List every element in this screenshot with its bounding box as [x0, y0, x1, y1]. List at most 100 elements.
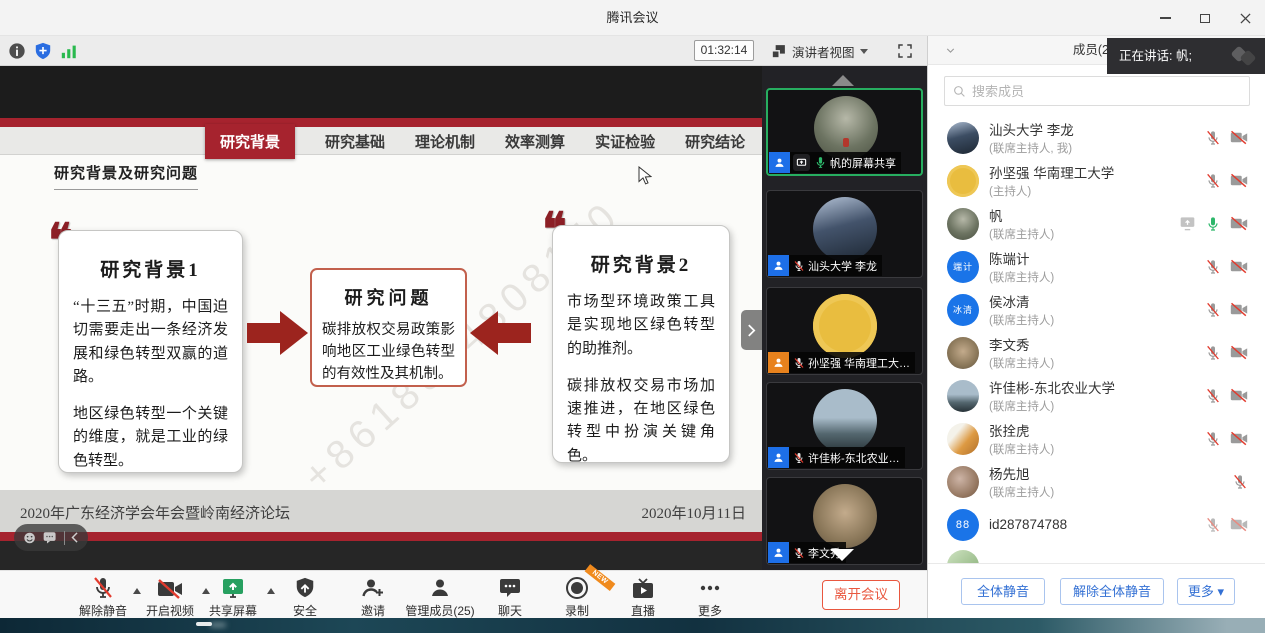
- emoji-icon[interactable]: [23, 531, 36, 545]
- mic-off-icon[interactable]: [1205, 259, 1221, 275]
- member-role: (联席主持人): [989, 269, 1054, 285]
- member-name: 许佳彬-东北农业大学: [989, 377, 1115, 397]
- participant-badge-icon: [768, 542, 789, 563]
- video-tile-sharing[interactable]: 帆的屏幕共享: [766, 88, 923, 176]
- avatar-text: 端计: [953, 260, 973, 273]
- video-strip-collapse-tab[interactable]: [741, 310, 762, 350]
- fullscreen-button[interactable]: [894, 40, 916, 62]
- network-signal-icon[interactable]: [60, 42, 78, 60]
- avatar: [947, 337, 979, 369]
- member-role: (联席主持人): [989, 441, 1054, 457]
- box1-paragraph-1: “十三五”时期，中国迫切需要走出一条经济发展和绿色转型双赢的道路。: [73, 296, 228, 389]
- minimize-button[interactable]: [1145, 0, 1185, 36]
- mute-all-button[interactable]: 全体静音: [961, 578, 1045, 605]
- mic-off-icon[interactable]: [1205, 173, 1221, 189]
- member-row[interactable]: 许佳彬-东北农业大学(联席主持人): [928, 374, 1265, 417]
- mic-off-icon[interactable]: [1205, 388, 1221, 404]
- box3-paragraph-2: 碳排放权交易市场加速推进，在地区绿色转型中扮演关键角色。: [567, 375, 715, 468]
- slide-tab-xiaolvcesuan[interactable]: 效率测算: [505, 131, 565, 152]
- more-members-label: 更多: [1188, 584, 1214, 599]
- mic-off-icon: [793, 452, 805, 464]
- slide-tab-lilunjizhi[interactable]: 理论机制: [415, 131, 475, 152]
- slide-tab-shizhengjianyan[interactable]: 实证检验: [595, 131, 655, 152]
- member-row[interactable]: 汕头大学 李龙(联席主持人, 我): [928, 116, 1265, 159]
- camera-off-icon[interactable]: [1230, 345, 1248, 360]
- avatar-text: 冰清: [953, 303, 973, 316]
- slide-footer-conference: 2020年广东经济学会年会暨岭南经济论坛: [20, 502, 290, 523]
- video-tile[interactable]: 汕头大学 李龙: [766, 190, 923, 278]
- member-row[interactable]: 冰清 侯冰清(联席主持人): [928, 288, 1265, 331]
- share-reactions-pill: [14, 524, 88, 551]
- member-row[interactable]: 李文秀(联席主持人): [928, 331, 1265, 374]
- mic-off-icon[interactable]: [1205, 517, 1221, 533]
- avatar: [813, 484, 877, 548]
- slide-tab-yanjiubeijing[interactable]: 研究背景: [205, 124, 295, 159]
- mic-off-icon[interactable]: [1205, 345, 1221, 361]
- box1-title: 研究背景1: [67, 255, 234, 282]
- more-members-button[interactable]: 更多 ▾: [1177, 578, 1235, 605]
- meeting-toolbar: 01:32:14 演讲者视图: [0, 36, 927, 66]
- member-row[interactable]: 帆(联席主持人): [928, 202, 1265, 245]
- video-tile[interactable]: 许佳彬-东北农业…: [766, 382, 923, 470]
- member-row[interactable]: 杨先旭(联席主持人): [928, 460, 1265, 503]
- view-mode-switcher[interactable]: 演讲者视图: [770, 39, 868, 63]
- mic-off-icon[interactable]: [1205, 302, 1221, 318]
- security-shield-icon[interactable]: [34, 42, 52, 60]
- slide-tab-bar: 研究背景 研究基础 理论机制 效率测算 实证检验 研究结论: [0, 127, 762, 155]
- scroll-up-arrow-icon[interactable]: [832, 75, 854, 86]
- camera-off-icon[interactable]: [1230, 302, 1248, 317]
- search-input[interactable]: [972, 84, 1241, 99]
- slide-footer-date: 2020年10月11日: [642, 502, 746, 523]
- meeting-info-icon[interactable]: [8, 42, 26, 60]
- leave-meeting-button[interactable]: 离开会议: [822, 580, 900, 610]
- member-avatar-partial: [947, 550, 979, 563]
- member-search-box: [944, 76, 1250, 106]
- mic-off-icon[interactable]: [1232, 474, 1248, 490]
- avatar: [947, 208, 979, 240]
- chat-bubble-icon[interactable]: [43, 531, 56, 544]
- slide-tab-yanjiujichu[interactable]: 研究基础: [325, 131, 385, 152]
- camera-off-icon[interactable]: [1230, 259, 1248, 274]
- box2-title: 研究问题: [312, 284, 465, 310]
- video-tile[interactable]: 孙坚强 华南理工大…: [766, 287, 923, 375]
- scroll-down-arrow-icon[interactable]: [830, 549, 854, 561]
- member-role: (联席主持人, 我): [989, 140, 1074, 156]
- camera-off-icon[interactable]: [1230, 130, 1248, 145]
- maximize-button[interactable]: [1185, 0, 1225, 36]
- mic-on-icon[interactable]: [1205, 216, 1221, 232]
- member-row[interactable]: 88 id287874788: [928, 503, 1265, 546]
- mic-off-icon[interactable]: [1205, 431, 1221, 447]
- chevron-left-icon[interactable]: [71, 532, 79, 543]
- mic-off-icon: [793, 260, 805, 272]
- tile-name: 帆的屏幕共享: [827, 155, 901, 171]
- member-row[interactable]: 孙坚强 华南理工大学(主持人): [928, 159, 1265, 202]
- member-role: (联席主持人): [989, 355, 1054, 371]
- avatar-text: 88: [956, 519, 970, 531]
- camera-off-icon[interactable]: [1230, 216, 1248, 231]
- unmute-all-button[interactable]: 解除全体静音: [1060, 578, 1164, 605]
- meeting-bottom-toolbar: 解除静音 开启视频 共享屏幕 安全 邀请 管理成员(25) 聊天: [0, 570, 927, 618]
- avatar: [813, 294, 877, 358]
- shared-screen-slide: 研究背景 研究基础 理论机制 效率测算 实证检验 研究结论 研究背景及研究问题 …: [0, 66, 762, 570]
- live-tv-icon: [631, 578, 655, 600]
- slide-red-stripe-top: [0, 118, 762, 127]
- box1-paragraph-2: 地区绿色转型一个关键的维度，就是工业的绿色转型。: [73, 403, 228, 473]
- member-row[interactable]: 张拴虎(联席主持人): [928, 417, 1265, 460]
- mic-on-icon: [814, 156, 827, 169]
- close-button[interactable]: [1225, 0, 1265, 36]
- camera-off-icon[interactable]: [1230, 431, 1248, 446]
- mic-off-icon: [91, 576, 115, 600]
- slide-tab-yanjiujielun[interactable]: 研究结论: [685, 131, 745, 152]
- video-thumbnail-strip: 帆的屏幕共享 汕头大学 李龙 孙坚强 华南理工大…: [762, 66, 927, 570]
- boat-image: [196, 622, 212, 626]
- member-row[interactable]: 端计 陈端计(联席主持人): [928, 245, 1265, 288]
- more-button[interactable]: 更多: [665, 576, 755, 619]
- avatar: [947, 380, 979, 412]
- camera-off-icon[interactable]: [1230, 388, 1248, 403]
- camera-off-icon[interactable]: [1230, 173, 1248, 188]
- camera-off-icon[interactable]: [1230, 517, 1248, 532]
- avatar: 端计: [947, 251, 979, 283]
- research-question-box: 研究问题 碳排放权交易政策影响地区工业绿色转型的有效性及其机制。: [310, 268, 467, 387]
- research-background-2-box: 研究背景2 市场型环境政策工具是实现地区绿色转型的助推剂。 碳排放权交易市场加速…: [552, 225, 730, 463]
- mic-off-icon[interactable]: [1205, 130, 1221, 146]
